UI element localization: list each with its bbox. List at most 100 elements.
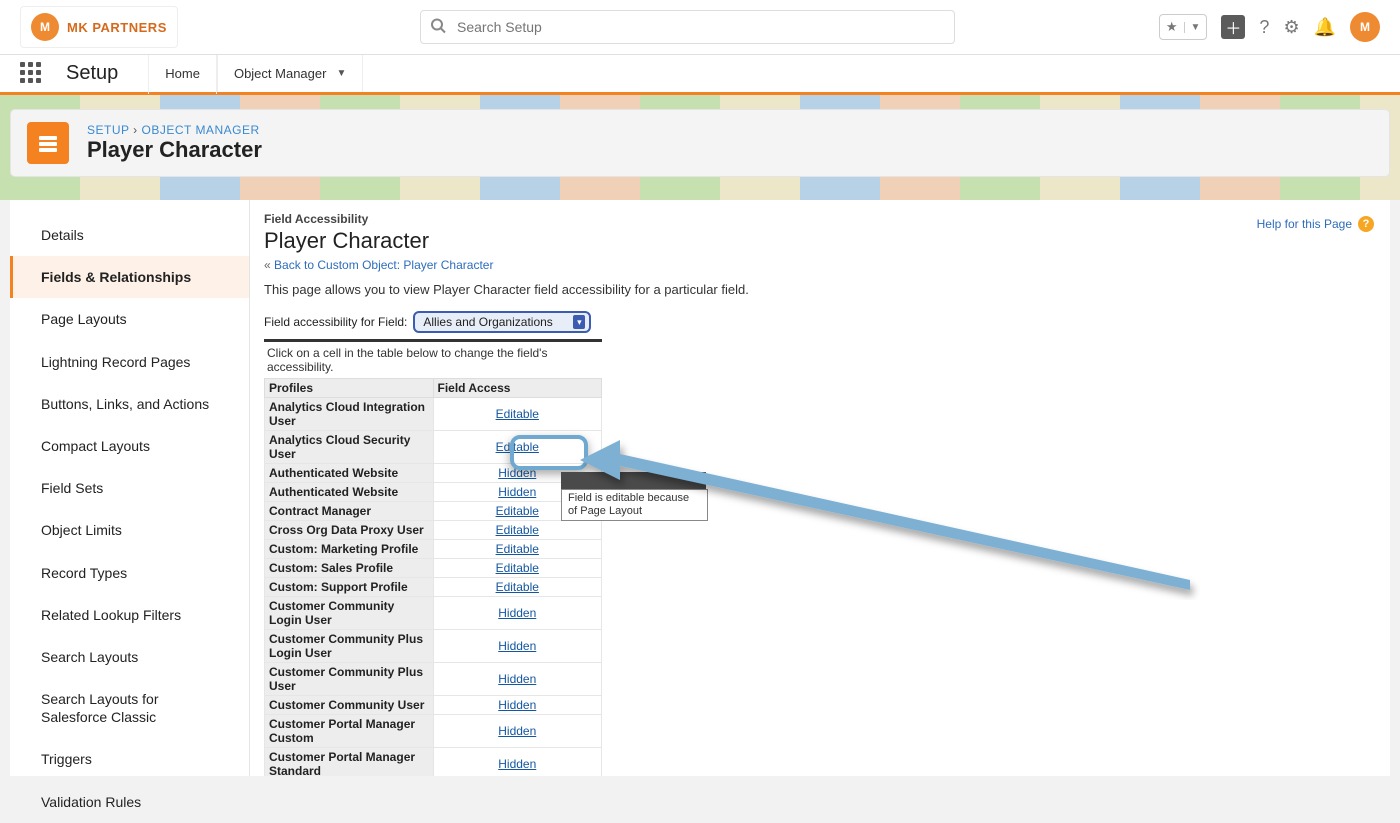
search-container: [420, 10, 955, 44]
accessibility-table: Click on a cell in the table below to ch…: [264, 339, 602, 776]
access-cell: Editable: [433, 578, 602, 597]
access-link[interactable]: Editable: [496, 542, 539, 556]
crumb-object-manager[interactable]: OBJECT MANAGER: [141, 123, 259, 137]
table-row: Customer Community Plus UserHidden: [265, 663, 602, 696]
access-link[interactable]: Hidden: [498, 672, 536, 686]
access-cell: Hidden: [433, 597, 602, 630]
favorite-button[interactable]: ★ ▼: [1159, 14, 1208, 40]
sidebar-item[interactable]: Validation Rules: [10, 781, 249, 823]
table-row: Customer Community Login UserHidden: [265, 597, 602, 630]
sidebar-item[interactable]: Object Limits: [10, 509, 249, 551]
eyebrow-label: Field Accessibility: [264, 212, 1376, 226]
brand-icon: M: [31, 13, 59, 41]
table-row: Customer Community Plus Login User Hidden: [265, 630, 602, 663]
tab-home[interactable]: Home: [148, 54, 217, 94]
access-link[interactable]: Hidden: [498, 724, 536, 738]
global-header: M MK PARTNERS ★ ▼ ＋ ? ⚙ 🔔 M: [0, 0, 1400, 55]
profile-cell: Custom: Marketing Profile: [265, 540, 434, 559]
search-icon: [430, 18, 446, 37]
access-link[interactable]: Hidden: [498, 485, 536, 499]
access-cell: Hidden: [433, 715, 602, 748]
access-link[interactable]: Editable: [496, 580, 539, 594]
field-select[interactable]: Allies and Organizations: [413, 311, 591, 333]
access-link[interactable]: Hidden: [498, 698, 536, 712]
access-link[interactable]: Editable: [496, 440, 539, 454]
gear-icon[interactable]: ⚙: [1283, 17, 1299, 38]
chevron-down-icon: ▼: [336, 68, 346, 79]
back-link[interactable]: Back to Custom Object: Player Character: [274, 258, 493, 272]
profile-cell: Customer Community Plus Login User: [265, 630, 434, 663]
profile-cell: Authenticated Website: [265, 483, 434, 502]
access-cell: Hidden: [433, 696, 602, 715]
access-cell: Editable: [433, 398, 602, 431]
brand-label: MK PARTNERS: [67, 20, 167, 35]
bell-icon[interactable]: 🔔: [1314, 17, 1336, 38]
sidebar-item[interactable]: Page Layouts: [10, 298, 249, 340]
header-actions: ★ ▼ ＋ ? ⚙ 🔔 M: [1159, 12, 1380, 42]
help-link[interactable]: Help for this Page ?: [1257, 216, 1374, 232]
table-row: Authenticated Website Hidden: [265, 483, 602, 502]
sidebar-item[interactable]: Record Types: [10, 552, 249, 594]
search-input[interactable]: [420, 10, 955, 44]
sidebar-item[interactable]: Lightning Record Pages: [10, 341, 249, 383]
avatar[interactable]: M: [1350, 12, 1380, 42]
object-icon: [27, 122, 69, 164]
star-icon: ★: [1160, 19, 1184, 35]
access-cell: Editable: [433, 431, 602, 464]
access-cell: Editable: [433, 559, 602, 578]
table-row: Authenticated Website Hidden: [265, 464, 602, 483]
profile-cell: Custom: Sales Profile: [265, 559, 434, 578]
content-region: Help for this Page ? Field Accessibility…: [250, 200, 1390, 776]
page-title: Player Character: [87, 137, 262, 163]
access-link[interactable]: Editable: [496, 407, 539, 421]
access-cell: Hidden: [433, 748, 602, 777]
setup-label: Setup: [66, 62, 118, 85]
sidebar-item[interactable]: Buttons, Links, and Actions: [10, 383, 249, 425]
global-create-button[interactable]: ＋: [1221, 15, 1245, 39]
profile-cell: Authenticated Website: [265, 464, 434, 483]
tab-object-manager[interactable]: Object Manager ▼: [217, 52, 363, 92]
field-tooltip: Field is editable because of Page Layout: [561, 489, 708, 521]
sidebar-item[interactable]: Search Layouts: [10, 636, 249, 678]
access-link[interactable]: Hidden: [498, 606, 536, 620]
access-link[interactable]: Hidden: [498, 639, 536, 653]
table-row: Custom: Support Profile Editable: [265, 578, 602, 597]
sidebar-item[interactable]: Fields & Relationships: [10, 256, 249, 298]
table-row: Cross Org Data Proxy User Editable: [265, 521, 602, 540]
crumb-setup[interactable]: SETUP: [87, 123, 129, 137]
sidebar-item[interactable]: Compact Layouts: [10, 425, 249, 467]
table-note: Click on a cell in the table below to ch…: [264, 342, 602, 378]
page-header-card: SETUP › OBJECT MANAGER Player Character: [10, 109, 1390, 177]
table-row: Analytics Cloud Integration User Editable: [265, 398, 602, 431]
profile-cell: Cross Org Data Proxy User: [265, 521, 434, 540]
content-title: Player Character: [264, 228, 1376, 254]
access-cell: Editable: [433, 521, 602, 540]
sidebar-item[interactable]: Triggers: [10, 738, 249, 780]
app-launcher-icon[interactable]: [20, 62, 44, 86]
access-link[interactable]: Hidden: [498, 757, 536, 771]
popup-dark-strip: [561, 472, 706, 490]
description-text: This page allows you to view Player Char…: [264, 282, 1376, 297]
profile-cell: Analytics Cloud Integration User: [265, 398, 434, 431]
field-picker-row: Field accessibility for Field: Allies an…: [264, 311, 1376, 333]
brand-badge[interactable]: M MK PARTNERS: [20, 6, 178, 48]
profiles-table: Profiles Field Access Analytics Cloud In…: [264, 378, 602, 776]
col-profiles: Profiles: [265, 379, 434, 398]
access-link[interactable]: Hidden: [498, 466, 536, 480]
access-link[interactable]: Editable: [496, 504, 539, 518]
sidebar-item[interactable]: Details: [10, 214, 249, 256]
tab-label: Object Manager: [234, 66, 327, 81]
profile-cell: Analytics Cloud Security User: [265, 431, 434, 464]
table-row: Customer Community UserHidden: [265, 696, 602, 715]
access-cell: Hidden: [433, 630, 602, 663]
back-arrow-icon: «: [264, 258, 271, 272]
sidebar-item[interactable]: Related Lookup Filters: [10, 594, 249, 636]
access-link[interactable]: Editable: [496, 523, 539, 537]
access-link[interactable]: Editable: [496, 561, 539, 575]
sidebar-item[interactable]: Search Layouts for Salesforce Classic: [10, 678, 249, 738]
help-icon[interactable]: ?: [1259, 17, 1269, 38]
profile-cell: Custom: Support Profile: [265, 578, 434, 597]
breadcrumb: SETUP › OBJECT MANAGER: [87, 123, 262, 137]
sidebar-item[interactable]: Field Sets: [10, 467, 249, 509]
table-row: Analytics Cloud Security User Editable: [265, 431, 602, 464]
